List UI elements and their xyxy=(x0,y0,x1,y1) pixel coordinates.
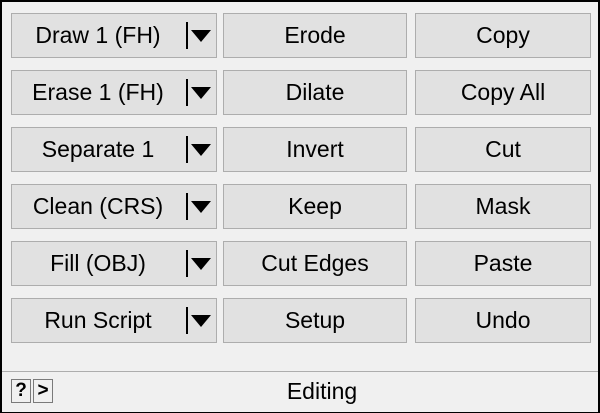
keep-button[interactable]: Keep xyxy=(223,184,407,229)
chevron-down-icon xyxy=(191,200,211,213)
fill-split-button[interactable]: Fill (OBJ) xyxy=(11,241,217,286)
erode-button[interactable]: Erode xyxy=(223,13,407,58)
chevron-down-icon xyxy=(191,257,211,270)
chevron-down-icon xyxy=(191,314,211,327)
chevron-down-icon xyxy=(191,143,211,156)
expand-button[interactable]: > xyxy=(33,379,53,403)
copy-button[interactable]: Copy xyxy=(415,13,591,58)
erase-dropdown[interactable] xyxy=(188,71,214,114)
separate-dropdown[interactable] xyxy=(188,128,214,171)
chevron-down-icon xyxy=(191,86,211,99)
separate-button-label[interactable]: Separate 1 xyxy=(12,128,184,171)
clean-dropdown[interactable] xyxy=(188,185,214,228)
undo-button[interactable]: Undo xyxy=(415,298,591,343)
clean-button-label[interactable]: Clean (CRS) xyxy=(12,185,184,228)
paste-button[interactable]: Paste xyxy=(415,241,591,286)
draw-dropdown[interactable] xyxy=(188,14,214,57)
draw-split-button[interactable]: Draw 1 (FH) xyxy=(11,13,217,58)
help-button[interactable]: ? xyxy=(11,379,31,403)
draw-button-label[interactable]: Draw 1 (FH) xyxy=(12,14,184,57)
setup-button[interactable]: Setup xyxy=(223,298,407,343)
status-bar: ? > Editing xyxy=(2,371,598,412)
copy-all-button[interactable]: Copy All xyxy=(415,70,591,115)
fill-dropdown[interactable] xyxy=(188,242,214,285)
erase-button-label[interactable]: Erase 1 (FH) xyxy=(12,71,184,114)
editing-panel: Draw 1 (FH) Erase 1 (FH) Separate 1 Clea… xyxy=(0,0,600,413)
clean-split-button[interactable]: Clean (CRS) xyxy=(11,184,217,229)
cut-edges-button[interactable]: Cut Edges xyxy=(223,241,407,286)
run-script-button-label[interactable]: Run Script xyxy=(12,299,184,342)
panel-title: Editing xyxy=(286,378,358,404)
run-script-dropdown[interactable] xyxy=(188,299,214,342)
invert-button[interactable]: Invert xyxy=(223,127,407,172)
chevron-down-icon xyxy=(191,29,211,42)
dilate-button[interactable]: Dilate xyxy=(223,70,407,115)
run-script-split-button[interactable]: Run Script xyxy=(11,298,217,343)
cut-button[interactable]: Cut xyxy=(415,127,591,172)
separate-split-button[interactable]: Separate 1 xyxy=(11,127,217,172)
erase-split-button[interactable]: Erase 1 (FH) xyxy=(11,70,217,115)
fill-button-label[interactable]: Fill (OBJ) xyxy=(12,242,184,285)
mask-button[interactable]: Mask xyxy=(415,184,591,229)
